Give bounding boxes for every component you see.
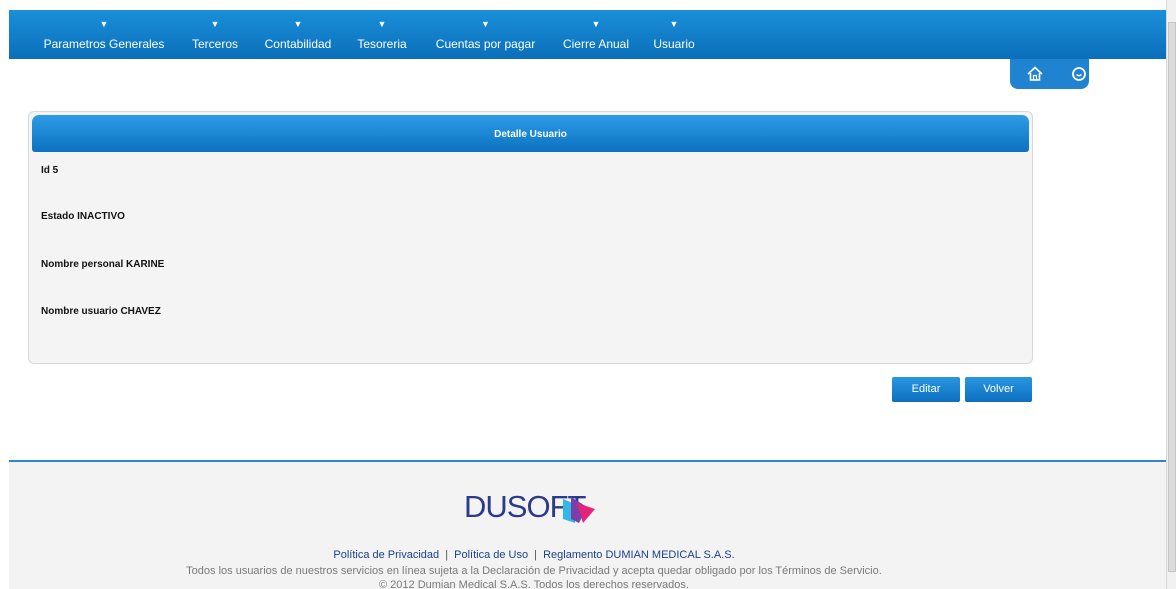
field-id: Id 5 bbox=[41, 165, 59, 176]
link-separator: | bbox=[445, 549, 449, 561]
menu-label: Parametros Generales bbox=[43, 37, 165, 51]
main-menu-bar: ▼ Parametros Generales ▼ Terceros ▼ Cont… bbox=[9, 10, 1166, 59]
menu-cuentas-por-pagar[interactable]: ▼ Cuentas por pagar bbox=[429, 10, 542, 59]
dropdown-arrow-icon: ▼ bbox=[99, 19, 109, 29]
dusoft-logo: DUSOFT bbox=[464, 489, 604, 529]
back-button[interactable]: Volver bbox=[965, 377, 1032, 402]
menu-label: Terceros bbox=[191, 37, 238, 51]
menu-tesoreria[interactable]: ▼ Tesoreria bbox=[352, 10, 412, 59]
footer-terms: Todos los usuarios de nuestros servicios… bbox=[186, 565, 882, 577]
menu-terceros[interactable]: ▼ Terceros bbox=[187, 10, 243, 59]
terms-of-use-link[interactable]: Política de Uso bbox=[454, 549, 528, 561]
dropdown-arrow-icon: ▼ bbox=[210, 19, 220, 29]
dropdown-arrow-icon: ▼ bbox=[591, 19, 601, 29]
panel-title: Detalle Usuario bbox=[32, 115, 1029, 152]
scrollbar-thumb[interactable] bbox=[1168, 22, 1176, 572]
menu-label: Tesoreria bbox=[357, 37, 407, 51]
power-icon[interactable] bbox=[1070, 65, 1088, 83]
top-spacer bbox=[0, 0, 1166, 10]
menu-cierre-anual[interactable]: ▼ Cierre Anual bbox=[558, 10, 634, 59]
dropdown-arrow-icon: ▼ bbox=[669, 19, 679, 29]
vertical-scrollbar[interactable] bbox=[1166, 0, 1176, 589]
footer-copyright: © 2012 Dumian Medical S.A.S. Todos los d… bbox=[379, 579, 689, 589]
menu-label: Cierre Anual bbox=[562, 37, 630, 51]
home-icon[interactable] bbox=[1026, 65, 1044, 83]
link-separator: | bbox=[534, 549, 538, 561]
edit-button[interactable]: Editar bbox=[892, 377, 960, 402]
logo-mark-icon bbox=[563, 497, 595, 523]
footer-links: Política de Privacidad | Política de Uso… bbox=[0, 549, 1068, 561]
user-detail-panel: Detalle Usuario Id 5 Estado INACTIVO Nom… bbox=[28, 111, 1033, 364]
dropdown-arrow-icon: ▼ bbox=[481, 19, 490, 29]
menu-label: Cuentas por pagar bbox=[435, 37, 536, 51]
menu-usuario[interactable]: ▼ Usuario bbox=[649, 10, 699, 59]
menu-contabilidad[interactable]: ▼ Contabilidad bbox=[260, 10, 336, 59]
field-nombre-usuario: Nombre usuario CHAVEZ bbox=[41, 306, 161, 317]
field-nombre-personal: Nombre personal KARINE bbox=[41, 259, 165, 270]
menu-label: Usuario bbox=[653, 37, 695, 51]
menu-parametros-generales[interactable]: ▼ Parametros Generales bbox=[37, 10, 171, 59]
regulation-link[interactable]: Reglamento DUMIAN MEDICAL S.A.S. bbox=[543, 549, 735, 561]
menu-label: Contabilidad bbox=[264, 37, 332, 51]
quick-actions-bar bbox=[1010, 59, 1089, 89]
privacy-policy-link[interactable]: Política de Privacidad bbox=[333, 549, 439, 561]
dropdown-arrow-icon: ▼ bbox=[293, 19, 303, 29]
dropdown-arrow-icon: ▼ bbox=[377, 19, 387, 29]
field-estado: Estado INACTIVO bbox=[41, 211, 125, 222]
